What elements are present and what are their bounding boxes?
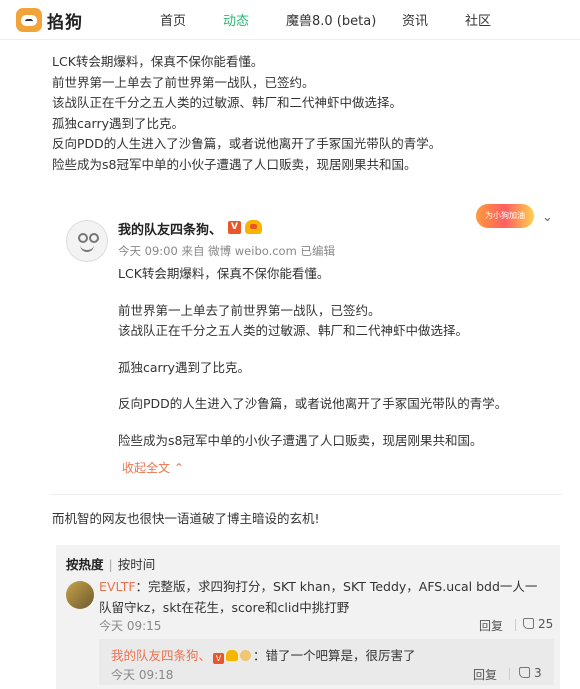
nav-item-info[interactable]: 资讯 (402, 10, 428, 29)
like-button[interactable]: 25 (523, 617, 553, 631)
intro-line: 反向PDD的人生进入了沙鲁篇，或者说他离开了手冢国光带队的青学。 (52, 136, 442, 152)
sub-comment-time: 今天 09:18 (111, 668, 174, 682)
post-line: LCK转会期爆料，保真不保你能看懂。 (118, 266, 330, 281)
intro-line: 孤独carry遇到了比克。 (52, 115, 184, 131)
nav-item-community[interactable]: 社区 (465, 10, 491, 29)
collapse-text-link[interactable]: 收起全文 ⌃ (122, 459, 184, 476)
embedded-weibo-post: 我的队友四条狗、 V 为小狗加油 ⌄ 今天 09:00 来自 微博 weibo.… (52, 200, 562, 488)
sub-comment-author[interactable]: 我的队友四条狗、 (111, 648, 211, 663)
sort-by-hot-tab[interactable]: 按热度 (66, 557, 104, 572)
author-avatar[interactable] (66, 220, 108, 262)
comment-author[interactable]: EVLTF (99, 579, 136, 594)
sort-separator: | (108, 557, 113, 572)
nav-item-wow-beta[interactable]: 魔兽8.0 (beta) (286, 10, 376, 29)
divider (50, 494, 562, 495)
article-commentary: 而机智的网友也很快一语道破了博主暗设的玄机! (52, 511, 320, 526)
nav-item-news-feed[interactable]: 动态 (223, 10, 249, 29)
post-line: 险些成为s8冠军中单的小伙子遭遇了人口贩卖，现居刚果共和国。 (118, 432, 483, 448)
comment-text: EVLTF：完整版，求四狗打分，SKT khan，SKT Teddy，AFS.u… (99, 576, 537, 595)
like-button[interactable]: 3 (519, 666, 542, 680)
top-nav: 掐狗 首页 动态 魔兽8.0 (beta) 资讯 社区 (0, 0, 580, 40)
intro-line: 险些成为s8冠军中单的小伙子遭遇了人口贩卖，现居刚果共和国。 (52, 156, 417, 172)
reply-button[interactable]: 回复 (479, 617, 503, 634)
sub-comment-body: ：错了一个吧算是，很厉害了 (253, 648, 416, 663)
post-line: 反向PDD的人生进入了沙鲁篇，或者说他离开了手冢国光带队的青学。 (118, 396, 508, 411)
level-badge-icon (226, 650, 239, 661)
action-divider (515, 619, 516, 631)
logo-icon (16, 8, 42, 32)
promo-badge[interactable]: 为小狗加油 (476, 204, 534, 228)
level-badge-icon (245, 220, 262, 234)
comment-body-line1: ：完整版，求四狗打分，SKT khan，SKT Teddy，AFS.ucal b… (135, 579, 538, 594)
comment-sort-bar: 按热度 | 按时间 (66, 554, 155, 573)
post-body: LCK转会期爆料，保真不保你能看懂。 前世界第一上单去了前世界第一战队，已签约。… (118, 264, 558, 451)
logo[interactable]: 掐狗 (16, 6, 83, 34)
like-count: 25 (538, 617, 554, 631)
verified-v-badge: V (228, 221, 241, 234)
verified-v-badge: V (213, 653, 225, 664)
author-name[interactable]: 我的队友四条狗、 (118, 219, 222, 238)
like-count: 3 (534, 666, 542, 680)
sort-by-time-tab[interactable]: 按时间 (118, 557, 156, 572)
sub-comment: 我的队友四条狗、 V ：错了一个吧算是，很厉害了 今天 09:18 回复 3 (99, 639, 554, 685)
logo-text: 掐狗 (47, 12, 83, 33)
article-intro: LCK转会期爆料，保真不保你能看懂。 前世界第一上单去了前世界第一战队，已签约。… (52, 52, 532, 176)
comment-body-line2: 队留守kz，skt在花生，score和clid中挑打野 (99, 600, 350, 615)
sub-comment-text: 我的队友四条狗、 V ：错了一个吧算是，很厉害了 (111, 645, 416, 664)
nav-item-home[interactable]: 首页 (160, 10, 186, 29)
thumbs-up-icon (519, 667, 530, 678)
post-line: 孤独carry遇到了比克。 (118, 359, 250, 375)
comment-time: 今天 09:15 (99, 619, 162, 633)
reply-button[interactable]: 回复 (473, 666, 497, 683)
intro-line: 前世界第一上单去了前世界第一战队，已签约。 (52, 74, 315, 90)
intro-line: 该战队正在千分之五人类的过敏源、韩厂和二代神虾中做选择。 (52, 95, 403, 111)
crown-badge-icon (240, 650, 252, 661)
intro-line: LCK转会期爆料，保真不保你能看懂。 (52, 54, 264, 69)
post-line: 前世界第一上单去了前世界第一战队，已签约。 (118, 302, 381, 318)
post-meta: 今天 09:00 来自 微博 weibo.com 已编辑 (118, 244, 335, 258)
chevron-down-icon[interactable]: ⌄ (542, 210, 553, 225)
thumbs-up-icon (523, 618, 534, 629)
action-divider (509, 668, 510, 680)
post-line: 该战队正在千分之五人类的过敏源、韩厂和二代神虾中做选择。 (118, 323, 469, 338)
commenter-avatar[interactable] (66, 581, 94, 609)
